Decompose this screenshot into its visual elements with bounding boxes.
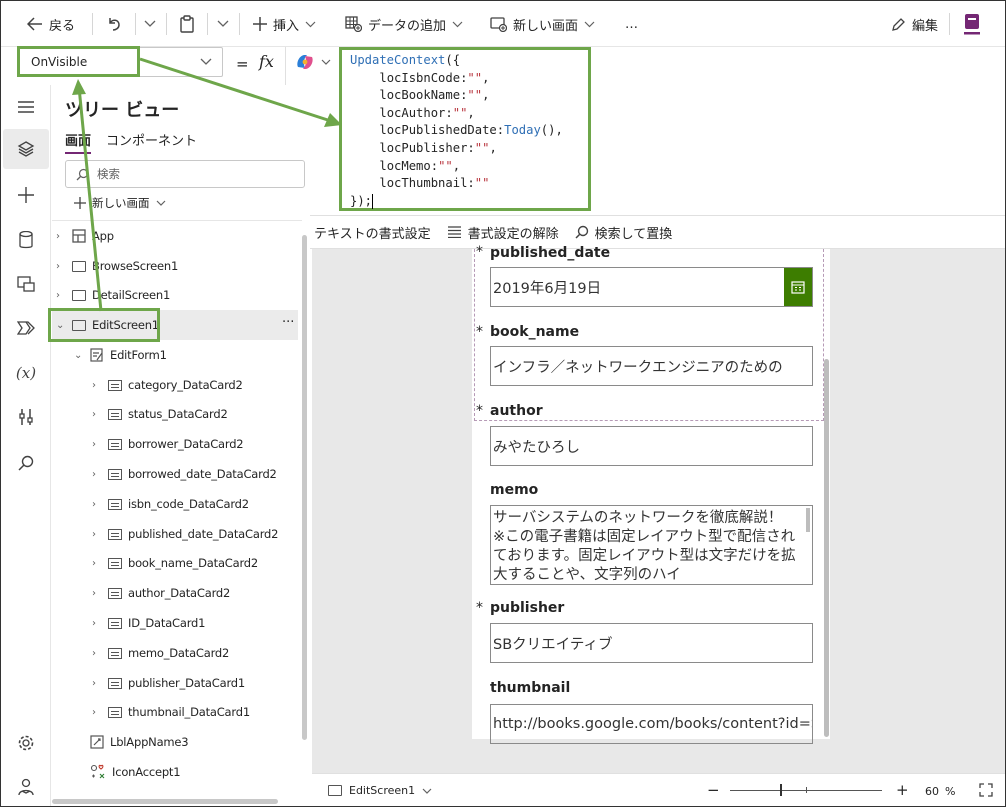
annotation-arrows xyxy=(72,57,342,312)
power-apps-studio: 戻る 挿入 データの追加 新しい画面 … 編集 OnVisible = fx U… xyxy=(0,0,1006,807)
